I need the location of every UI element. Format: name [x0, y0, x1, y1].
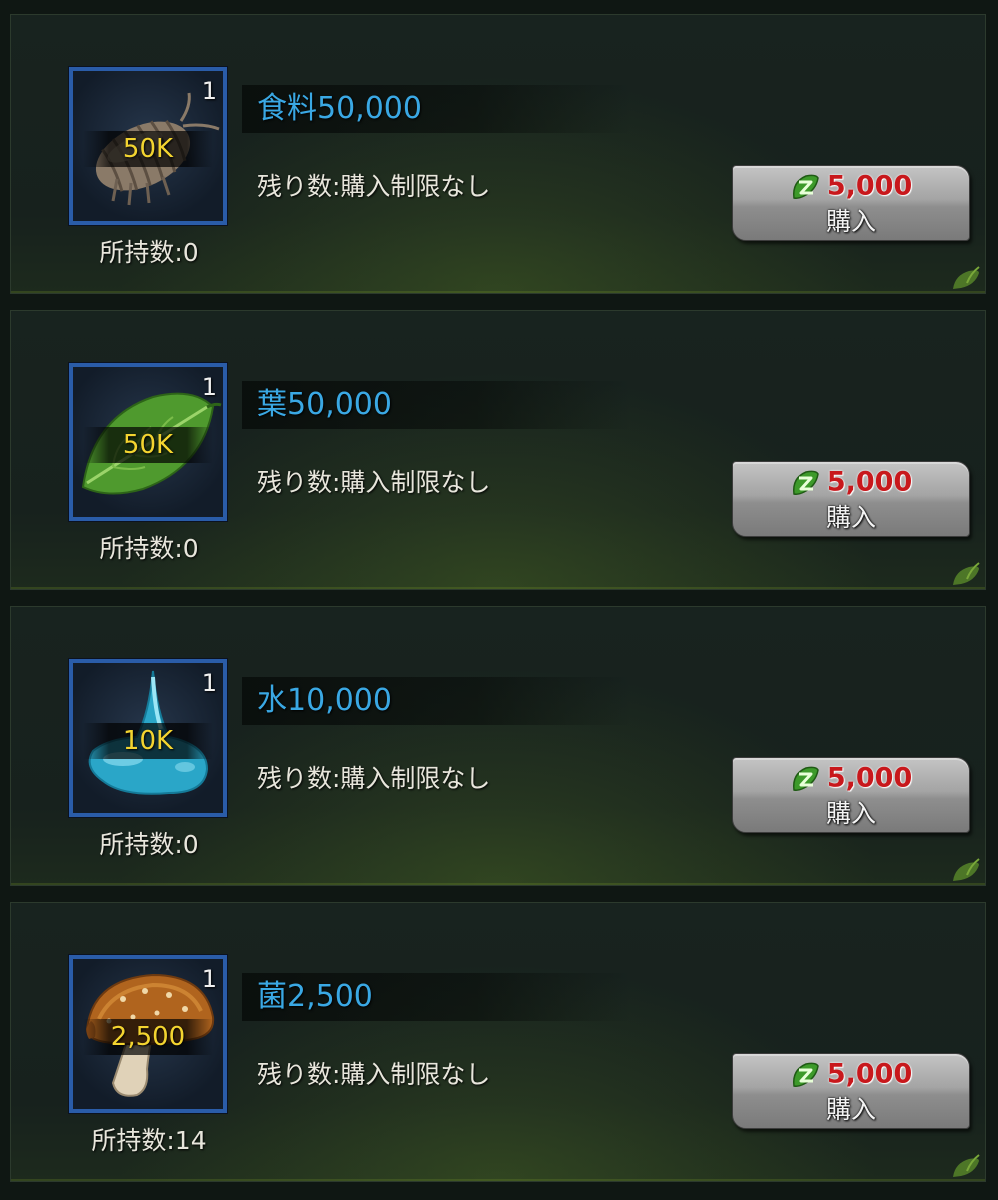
item-amount-label: 50K: [122, 430, 174, 460]
price-row: 5,000: [733, 1058, 969, 1090]
item-icon-frame[interactable]: 50K 1: [69, 363, 227, 521]
item-icon-frame[interactable]: 10K 1: [69, 659, 227, 817]
item-icon-frame[interactable]: 50K 1: [69, 67, 227, 225]
green-leaf-currency-icon: [792, 470, 819, 495]
item-name: 食料50,000: [257, 91, 422, 126]
stack-count: 1: [201, 669, 217, 697]
buy-label: 購入: [825, 799, 876, 828]
buy-button[interactable]: 5,000 購入: [732, 461, 970, 537]
shop-item-list: 50K 1 所持数:0 食料50,000 残り数:購入制限なし 5,000 購入: [0, 0, 998, 1200]
leaf-decoration-icon: [953, 858, 980, 881]
shop-item-fungus: 2,500 1 所持数:14 菌2,500 残り数:購入制限なし 5,000 購…: [10, 902, 986, 1182]
price-value: 5,000: [826, 466, 913, 498]
remaining-count: 残り数:購入制限なし: [257, 764, 491, 793]
price-value: 5,000: [826, 762, 913, 794]
price-row: 5,000: [733, 466, 969, 498]
owned-count: 所持数:14: [91, 1126, 207, 1155]
leaf-decoration-icon: [953, 266, 980, 289]
price-row: 5,000: [733, 762, 969, 794]
buy-button[interactable]: 5,000 購入: [732, 1053, 970, 1129]
stack-count: 1: [201, 373, 217, 401]
item-amount-label: 10K: [122, 726, 174, 756]
green-leaf-currency-icon: [792, 174, 819, 199]
item-amount-label: 2,500: [110, 1022, 186, 1052]
owned-count: 所持数:0: [99, 534, 199, 563]
buy-label: 購入: [825, 1095, 876, 1124]
stack-count: 1: [201, 965, 217, 993]
owned-count: 所持数:0: [99, 830, 199, 859]
buy-button[interactable]: 5,000 購入: [732, 165, 970, 241]
buy-button[interactable]: 5,000 購入: [732, 757, 970, 833]
remaining-count: 残り数:購入制限なし: [257, 468, 491, 497]
item-name: 菌2,500: [257, 979, 373, 1014]
shop-item-food: 50K 1 所持数:0 食料50,000 残り数:購入制限なし 5,000 購入: [10, 14, 986, 294]
item-name: 葉50,000: [257, 387, 392, 422]
remaining-count: 残り数:購入制限なし: [257, 1060, 491, 1089]
green-leaf-currency-icon: [792, 1062, 819, 1087]
stack-count: 1: [201, 77, 217, 105]
shop-item-water: 10K 1 所持数:0 水10,000 残り数:購入制限なし 5,000 購入: [10, 606, 986, 886]
green-leaf-currency-icon: [792, 766, 819, 791]
item-icon-frame[interactable]: 2,500 1: [69, 955, 227, 1113]
buy-label: 購入: [825, 207, 876, 236]
price-row: 5,000: [733, 170, 969, 202]
price-value: 5,000: [826, 1058, 913, 1090]
leaf-decoration-icon: [953, 562, 980, 585]
shop-item-leaf: 50K 1 所持数:0 葉50,000 残り数:購入制限なし 5,000 購入: [10, 310, 986, 590]
buy-label: 購入: [825, 503, 876, 532]
item-amount-label: 50K: [122, 134, 174, 164]
owned-count: 所持数:0: [99, 238, 199, 267]
item-name: 水10,000: [257, 683, 392, 718]
leaf-decoration-icon: [953, 1154, 980, 1177]
price-value: 5,000: [826, 170, 913, 202]
remaining-count: 残り数:購入制限なし: [257, 172, 491, 201]
